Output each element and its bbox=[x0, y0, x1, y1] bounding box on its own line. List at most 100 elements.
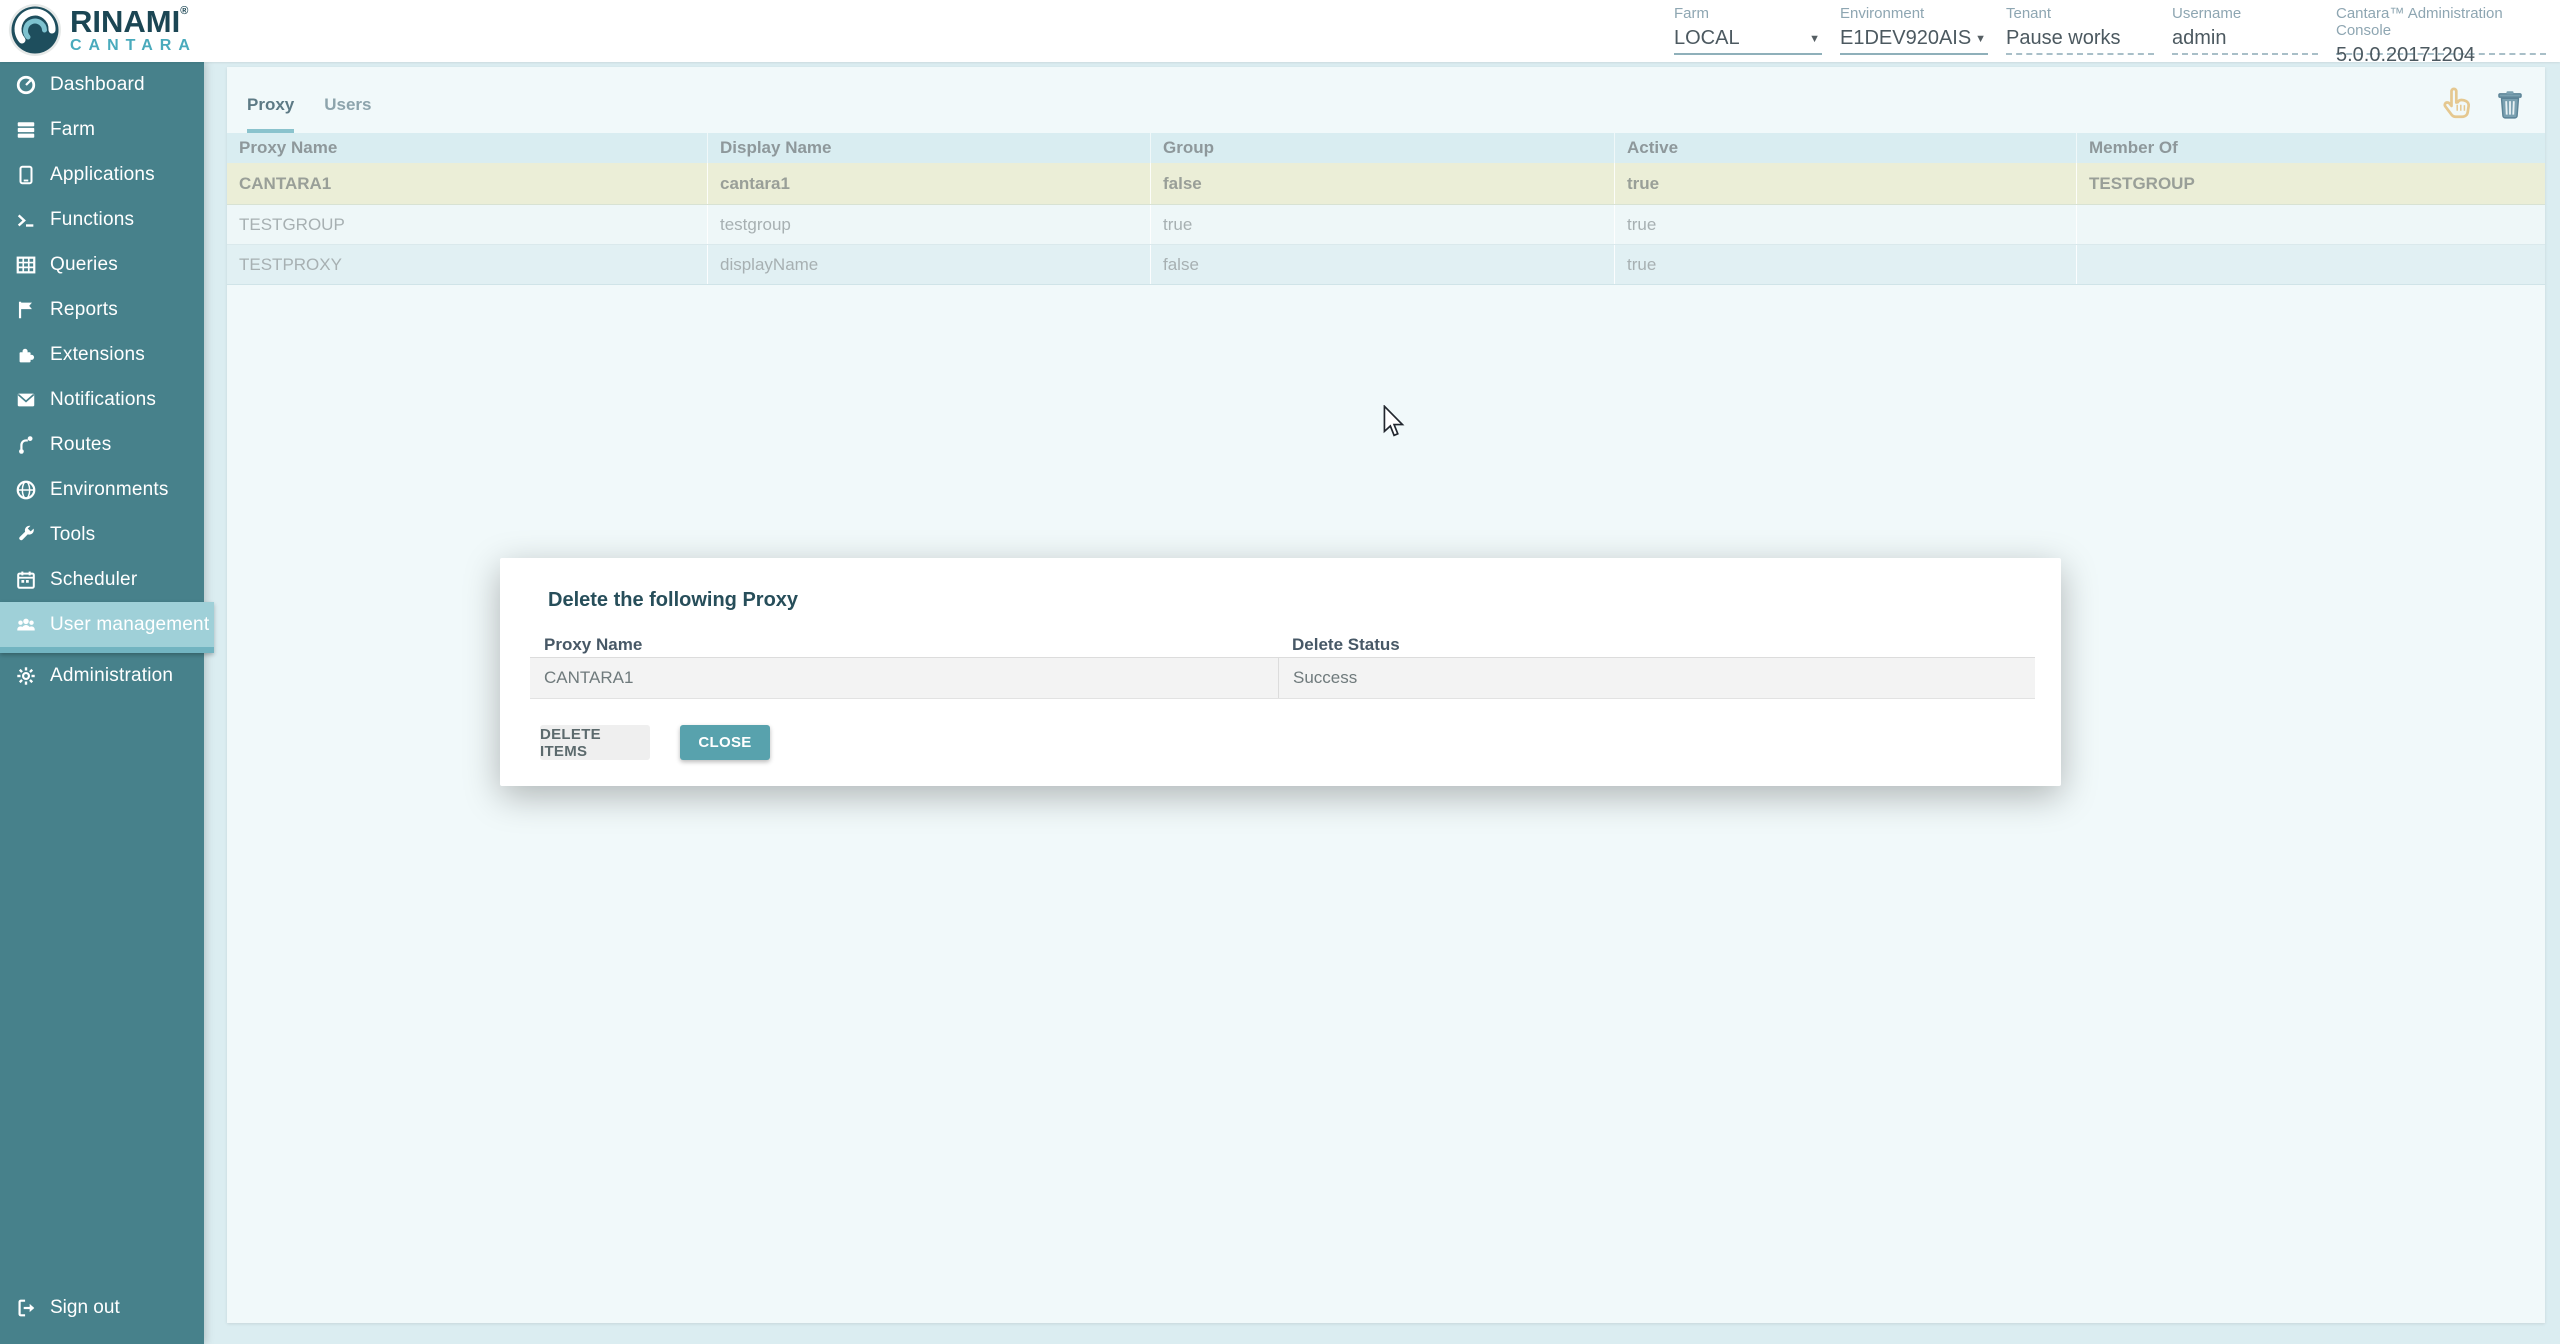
table-row[interactable]: TESTGROUP testgroup true true bbox=[227, 205, 2545, 245]
sidebar-item-farm[interactable]: Farm bbox=[0, 107, 204, 152]
username-field[interactable]: Username admin bbox=[2172, 5, 2318, 55]
chevron-down-icon: ▼ bbox=[1809, 33, 1820, 45]
puzzle-icon bbox=[15, 344, 37, 366]
tenant-label: Tenant bbox=[2006, 5, 2154, 22]
trash-icon[interactable] bbox=[2491, 85, 2529, 123]
console-label: Cantara™ Administration Console bbox=[2336, 5, 2546, 39]
cell-proxy-name: CANTARA1 bbox=[530, 658, 1278, 698]
cell-group: false bbox=[1150, 245, 1614, 284]
sidebar-item-label: Extensions bbox=[50, 344, 145, 366]
gear-icon bbox=[15, 665, 37, 687]
brand-title: RINAMI bbox=[70, 4, 180, 39]
sidebar-item-label: Scheduler bbox=[50, 569, 137, 591]
sidebar-item-applications[interactable]: Applications bbox=[0, 152, 204, 197]
tab-users[interactable]: Users bbox=[324, 95, 371, 133]
cell-proxy-name: TESTGROUP bbox=[227, 205, 707, 244]
dialog-buttons: DELETE ITEMS CLOSE bbox=[540, 725, 770, 760]
sidebar-item-environments[interactable]: Environments bbox=[0, 467, 204, 512]
environment-value: E1DEV920AIS bbox=[1840, 27, 1988, 50]
flag-icon bbox=[15, 299, 37, 321]
sidebar-item-label: Reports bbox=[50, 299, 118, 321]
brand-logo: RINAMI® CANTARA bbox=[8, 3, 197, 57]
sidebar-item-tools[interactable]: Tools bbox=[0, 512, 204, 557]
sidebar-item-label: Environments bbox=[50, 479, 169, 501]
chevron-down-icon: ▼ bbox=[1975, 33, 1986, 45]
top-header-bar: RINAMI® CANTARA Farm LOCAL ▼ Environment… bbox=[0, 0, 2560, 62]
cell-member-of: TESTGROUP bbox=[2076, 163, 2545, 204]
proxy-table-header: Proxy Name Display Name Group Active Mem… bbox=[227, 133, 2545, 163]
sidebar-item-scheduler[interactable]: Scheduler bbox=[0, 557, 204, 602]
sidebar-item-label: Tools bbox=[50, 524, 95, 546]
route-branch-icon bbox=[15, 434, 37, 456]
sign-out-label: Sign out bbox=[50, 1297, 120, 1319]
tab-proxy[interactable]: Proxy bbox=[247, 95, 294, 133]
sidebar-item-notifications[interactable]: Notifications bbox=[0, 377, 204, 422]
sidebar-item-routes[interactable]: Routes bbox=[0, 422, 204, 467]
farm-select[interactable]: Farm LOCAL ▼ bbox=[1674, 5, 1822, 55]
sidebar-item-label: Routes bbox=[50, 434, 111, 456]
column-header-member-of[interactable]: Member Of bbox=[2076, 133, 2545, 163]
table-toolbar bbox=[2437, 85, 2529, 123]
sidebar-item-extensions[interactable]: Extensions bbox=[0, 332, 204, 377]
column-header-active[interactable]: Active bbox=[1614, 133, 2076, 163]
globe-icon bbox=[15, 479, 37, 501]
terminal-icon bbox=[15, 209, 37, 231]
environment-select[interactable]: Environment E1DEV920AIS ▼ bbox=[1840, 5, 1988, 55]
table-row-selected[interactable]: CANTARA1 cantara1 false true TESTGROUP bbox=[227, 163, 2545, 205]
sidebar-item-reports[interactable]: Reports bbox=[0, 287, 204, 332]
sidebar-item-administration[interactable]: Administration bbox=[0, 653, 204, 698]
console-version-value: 5.0.0.20171204 bbox=[2336, 44, 2546, 67]
username-label: Username bbox=[2172, 5, 2318, 22]
cell-group: true bbox=[1150, 205, 1614, 244]
tablet-icon bbox=[15, 164, 37, 186]
cell-display-name: testgroup bbox=[707, 205, 1150, 244]
column-header-proxy-name[interactable]: Proxy Name bbox=[227, 133, 707, 163]
sidebar-item-label: Queries bbox=[50, 254, 118, 276]
close-button[interactable]: CLOSE bbox=[680, 725, 770, 760]
sidebar-item-label: Dashboard bbox=[50, 74, 145, 96]
dialog-title: Delete the following Proxy bbox=[548, 589, 798, 612]
sidebar-item-label: Administration bbox=[50, 665, 173, 687]
header-context-fields: Farm LOCAL ▼ Environment E1DEV920AIS ▼ T… bbox=[1656, 5, 2546, 55]
table-grid-icon bbox=[15, 254, 37, 276]
tenant-value: Pause works bbox=[2006, 27, 2154, 50]
cell-display-name: cantara1 bbox=[707, 163, 1150, 204]
cell-proxy-name: TESTPROXY bbox=[227, 245, 707, 284]
proxy-table: Proxy Name Display Name Group Active Mem… bbox=[227, 133, 2545, 285]
cell-member-of bbox=[2076, 245, 2545, 284]
delete-table-header: Proxy Name Delete Status bbox=[530, 632, 2035, 658]
column-header-delete-status: Delete Status bbox=[1278, 632, 2035, 657]
delete-items-button[interactable]: DELETE ITEMS bbox=[540, 725, 650, 760]
sidebar-item-functions[interactable]: Functions bbox=[0, 197, 204, 242]
farm-value: LOCAL bbox=[1674, 27, 1822, 50]
dashboard-icon bbox=[15, 74, 37, 96]
sidebar-item-dashboard[interactable]: Dashboard bbox=[0, 62, 204, 107]
tenant-field[interactable]: Tenant Pause works bbox=[2006, 5, 2154, 55]
sidebar-item-queries[interactable]: Queries bbox=[0, 242, 204, 287]
brand-wordmark: RINAMI® CANTARA bbox=[70, 6, 197, 54]
farm-label: Farm bbox=[1674, 5, 1822, 22]
cell-active: true bbox=[1614, 245, 2076, 284]
column-header-display-name[interactable]: Display Name bbox=[707, 133, 1150, 163]
envelope-icon bbox=[15, 389, 37, 411]
cell-group: false bbox=[1150, 163, 1614, 204]
sidebar-item-user-management[interactable]: User management bbox=[0, 602, 214, 653]
wrench-icon bbox=[15, 524, 37, 546]
registered-mark: ® bbox=[180, 5, 188, 17]
server-rack-icon bbox=[15, 119, 37, 141]
console-version-field: Cantara™ Administration Console 5.0.0.20… bbox=[2336, 5, 2546, 55]
delete-table-row: CANTARA1 Success bbox=[530, 658, 2035, 699]
cell-delete-status: Success bbox=[1278, 658, 2035, 698]
sidebar-item-label: User management bbox=[50, 614, 209, 636]
brand-subtitle: CANTARA bbox=[70, 38, 197, 54]
column-header-group[interactable]: Group bbox=[1150, 133, 1614, 163]
tab-bar: Proxy Users bbox=[247, 95, 402, 133]
sign-out-button[interactable]: Sign out bbox=[0, 1286, 204, 1330]
rinami-logo-icon bbox=[8, 3, 62, 57]
sidebar-item-label: Functions bbox=[50, 209, 134, 231]
username-value: admin bbox=[2172, 27, 2318, 50]
cell-active: true bbox=[1614, 163, 2076, 204]
sidebar-nav: Dashboard Farm Applications Functions Qu… bbox=[0, 62, 204, 1344]
table-row[interactable]: TESTPROXY displayName false true bbox=[227, 245, 2545, 285]
hand-pointer-icon[interactable] bbox=[2437, 85, 2475, 123]
